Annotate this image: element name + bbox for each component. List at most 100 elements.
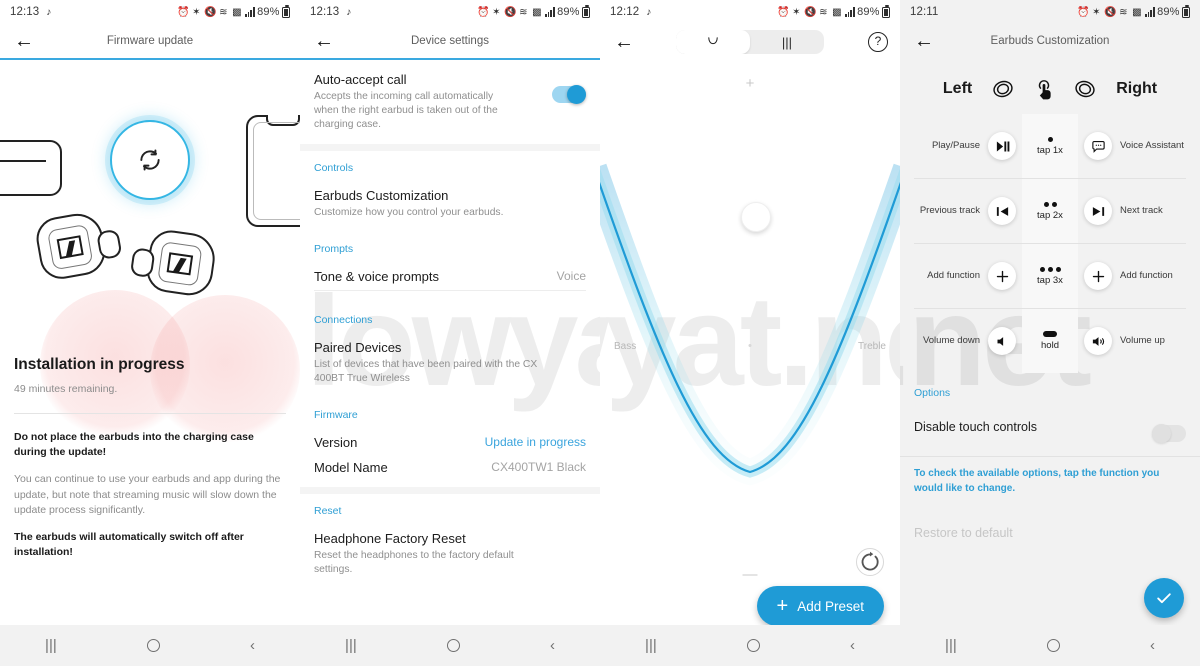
gesture-cell-tap2x: tap 2x	[1022, 179, 1078, 243]
home-button[interactable]	[746, 639, 760, 652]
wifi-icon: ≋	[819, 6, 828, 18]
recents-button[interactable]: |||	[645, 637, 657, 654]
row-value: Voice	[556, 269, 586, 283]
section-label-firmware: Firmware	[314, 409, 358, 421]
setting-version[interactable]: Version Update in progress	[300, 423, 600, 454]
eq-mode-bars[interactable]: |||	[750, 30, 824, 54]
section-label-controls: Controls	[314, 162, 354, 174]
section-label-prompts: Prompts	[314, 243, 354, 255]
setting-earbuds-customization[interactable]: Earbuds Customization Customize how you …	[300, 176, 600, 232]
nav-back-button[interactable]: ‹	[250, 637, 255, 654]
nav-back-button[interactable]: ‹	[550, 637, 555, 654]
back-button[interactable]: ←	[914, 31, 936, 51]
eq-mode-curve[interactable]	[676, 30, 750, 54]
row-title: Version	[314, 435, 358, 450]
eq-drag-handle[interactable]	[741, 202, 771, 232]
eq-reset-button[interactable]	[856, 548, 884, 576]
left-right-header: Left Right	[900, 58, 1200, 114]
nav-back-button[interactable]: ‹	[1150, 637, 1155, 654]
app-bar: ← Earbuds Customization	[900, 24, 1200, 58]
disable-touch-toggle[interactable]	[1152, 424, 1186, 443]
setting-auto-accept-call[interactable]: Auto-accept call Accepts the incoming ca…	[300, 60, 600, 144]
next-track-icon[interactable]	[1084, 197, 1112, 225]
auto-accept-toggle[interactable]	[552, 85, 586, 104]
confirm-button[interactable]	[1144, 578, 1184, 618]
nfc-icon: ▩	[532, 6, 542, 18]
setting-disable-touch-controls[interactable]: Disable touch controls	[900, 399, 1200, 456]
eq-increase-icon[interactable]: +	[746, 75, 755, 92]
eq-mode-toggle[interactable]: |||	[676, 30, 824, 54]
app-bar: ← Firmware update	[0, 24, 300, 58]
play-pause-icon[interactable]	[988, 132, 1016, 160]
plus-icon-left[interactable]	[988, 262, 1016, 290]
row-subtitle: Customize how you control your earbuds.	[314, 207, 504, 218]
reset-icon	[861, 551, 879, 571]
section-label-reset: Reset	[314, 505, 342, 517]
warning-secondary: The earbuds will automatically switch of…	[14, 531, 244, 559]
control-row-volume: Volume down hold Volume up	[900, 309, 1200, 373]
gesture-label: tap 1x	[1037, 144, 1063, 156]
home-button[interactable]	[146, 639, 160, 652]
gesture-cell-hold: hold	[1022, 309, 1078, 373]
home-button[interactable]	[446, 639, 460, 652]
android-nav-bar: ||| ‹	[600, 625, 900, 666]
battery-icon	[282, 4, 290, 18]
control-right-label: Next track	[1120, 205, 1163, 217]
nav-back-button[interactable]: ‹	[850, 637, 855, 654]
home-button[interactable]	[1046, 639, 1060, 652]
screen-equalizer: 12:12 ♪ ⏰ ✶ 🔇 ≋ ▩ 89% ← ||| ? yat.n + — …	[600, 0, 900, 666]
firmware-illustration	[0, 60, 300, 350]
control-left-label: Previous track	[919, 205, 980, 217]
phone-icon	[246, 115, 300, 227]
wifi-icon: ≋	[519, 6, 528, 18]
back-button[interactable]: ←	[314, 31, 336, 51]
page-title: Firmware update	[106, 35, 194, 47]
left-earbud-icon	[33, 209, 123, 283]
gesture-label: tap 2x	[1037, 209, 1063, 221]
setting-model-name: Model Name CX400TW1 Black	[300, 454, 600, 487]
section-label-options: Options	[914, 387, 951, 399]
bluetooth-icon: ✶	[192, 6, 201, 18]
previous-track-icon[interactable]	[988, 197, 1016, 225]
gesture-dots	[1043, 201, 1057, 207]
status-bar-left: 12:13 ♪	[10, 6, 54, 18]
earbud-icon-left	[993, 80, 1013, 98]
voice-assistant-icon[interactable]	[1084, 132, 1112, 160]
recents-button[interactable]: |||	[345, 637, 357, 654]
row-title: Model Name	[314, 460, 388, 475]
app-bar: ← ||| ?	[600, 24, 900, 60]
hint-text: To check the available options, tap the …	[914, 468, 1160, 494]
volume-down-icon[interactable]	[988, 327, 1016, 355]
setting-factory-reset[interactable]: Headphone Factory Reset Reset the headph…	[300, 519, 600, 589]
row-subtitle: List of devices that have been paired wi…	[314, 359, 538, 384]
recents-button[interactable]: |||	[45, 637, 57, 654]
eq-decrease-icon[interactable]: —	[743, 566, 758, 583]
divider	[314, 290, 586, 291]
music-note-icon: ♪	[646, 6, 652, 18]
help-icon[interactable]: ?	[868, 32, 888, 52]
signal-icon	[544, 7, 555, 17]
volume-up-icon[interactable]	[1084, 327, 1112, 355]
music-note-icon: ♪	[46, 6, 52, 18]
gesture-hold-bar	[1043, 331, 1057, 337]
back-button[interactable]: ←	[614, 32, 636, 52]
mute-icon: 🔇	[804, 6, 817, 18]
time-remaining: 49 minutes remaining.	[14, 383, 118, 395]
back-button[interactable]: ←	[14, 31, 36, 51]
status-bar: 12:11 ⏰ ✶ 🔇 ≋ ▩ 89%	[900, 0, 1200, 24]
restore-to-default-button[interactable]: Restore to default	[900, 496, 1200, 540]
signal-icon	[244, 7, 255, 17]
eq-curve-canvas[interactable]	[600, 58, 900, 625]
recents-button[interactable]: |||	[945, 637, 957, 654]
clock: 12:11	[910, 6, 939, 18]
setting-tone-voice-prompts[interactable]: Tone & voice prompts Voice	[300, 257, 600, 303]
music-note-icon: ♪	[346, 6, 352, 18]
setting-paired-devices[interactable]: Paired Devices List of devices that have…	[300, 328, 600, 398]
page-title: Device settings	[411, 35, 489, 47]
sync-icon	[110, 120, 190, 200]
plus-icon-right[interactable]	[1084, 262, 1112, 290]
add-preset-button[interactable]: + Add Preset	[756, 586, 884, 626]
wifi-icon: ≋	[219, 6, 228, 18]
section-label-connections: Connections	[314, 314, 373, 326]
row-title: Earbuds Customization	[314, 188, 449, 203]
